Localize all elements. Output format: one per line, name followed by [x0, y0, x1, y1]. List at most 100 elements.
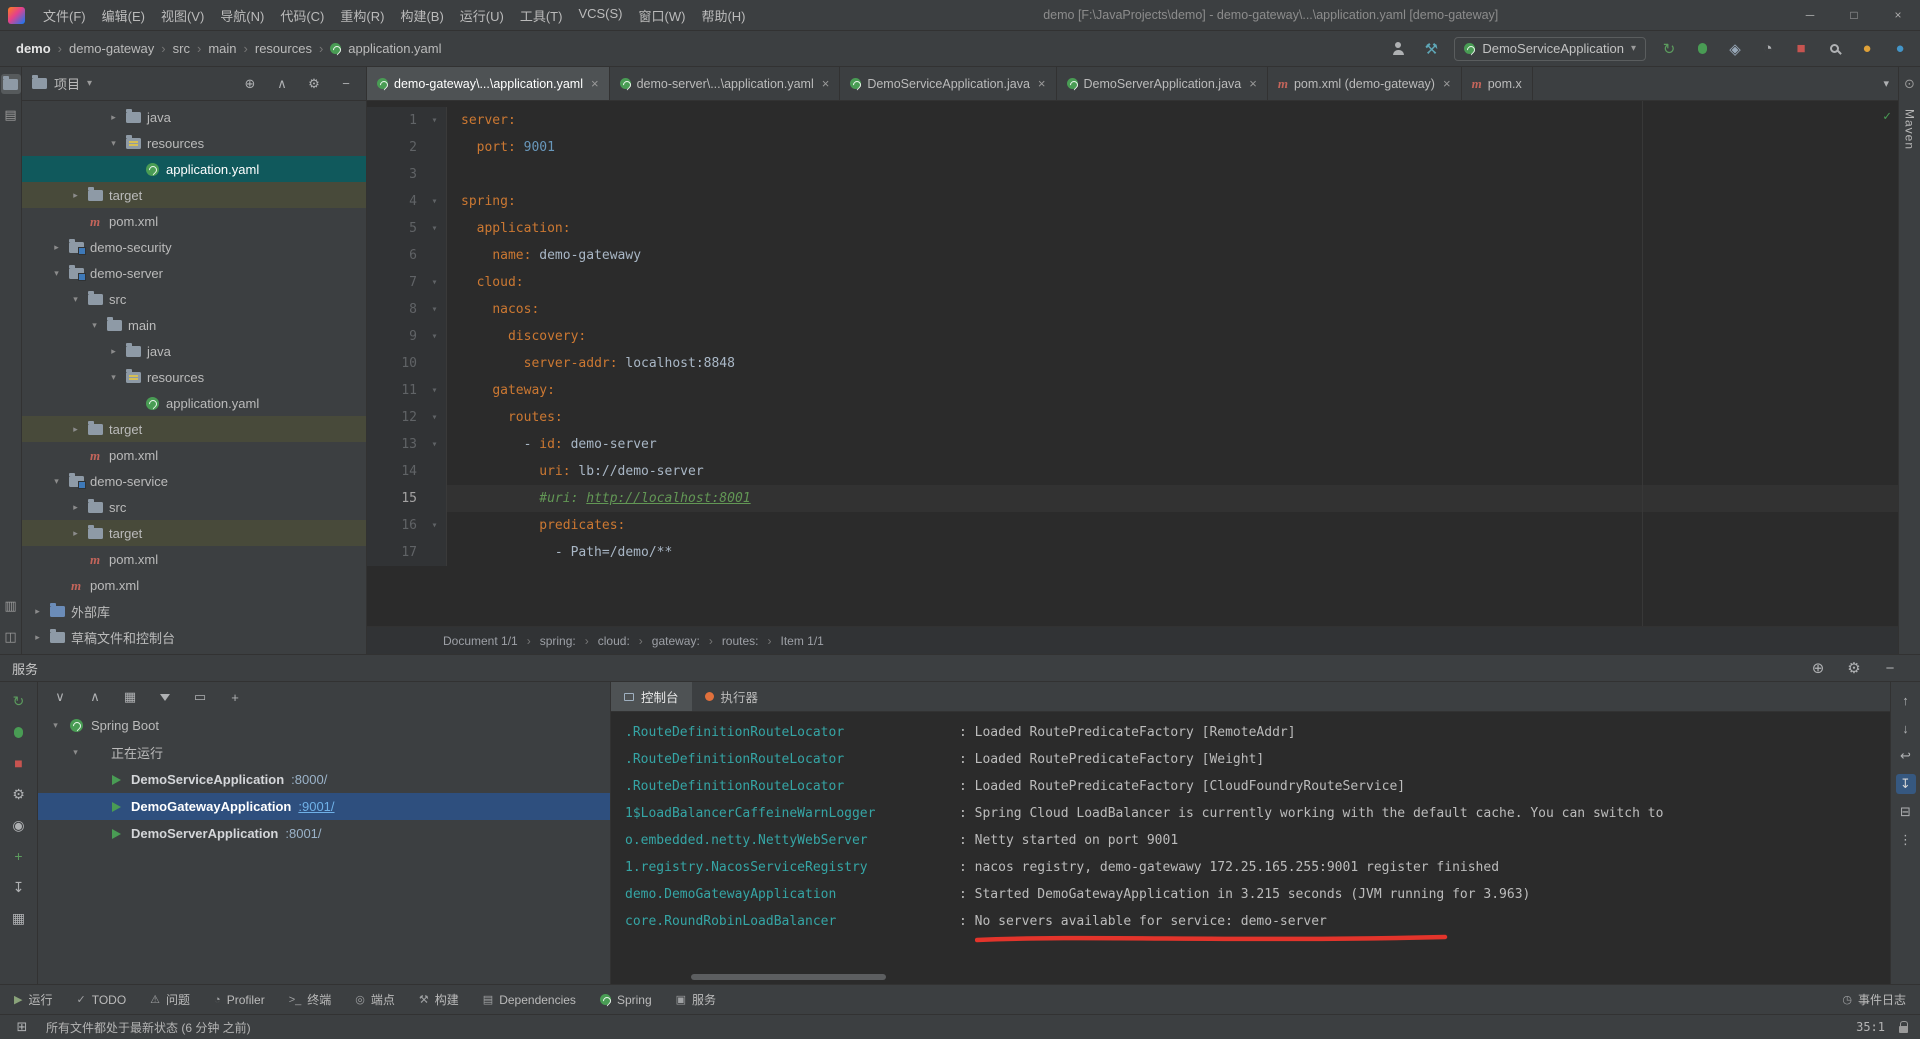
scroll-down-icon[interactable]: ↓ — [1896, 718, 1916, 738]
maximize-button[interactable]: □ — [1832, 0, 1876, 30]
menu-item[interactable]: 代码(C) — [272, 3, 332, 28]
editor-tab[interactable]: demo-gateway\...\application.yaml × — [367, 67, 610, 100]
menu-item[interactable]: 窗口(W) — [631, 3, 694, 28]
service-item[interactable]: DemoServerApplication:8001/ — [38, 820, 610, 847]
editor-tab[interactable]: demo-server\...\application.yaml × — [610, 67, 841, 100]
group-by-icon[interactable]: ▦ — [120, 687, 140, 707]
rerun-icon[interactable]: ↻ — [8, 690, 30, 712]
code-line[interactable]: 13 ▾ - id: demo-server — [367, 431, 1898, 458]
code-line[interactable]: 8 ▾ nacos: — [367, 296, 1898, 323]
chevron-icon[interactable]: ▸ — [70, 424, 81, 435]
code-editor[interactable]: ✓ 1 ▾ server: 2 port: 9001 3 4 ▾ spring: 5 ▾ appl… — [367, 101, 1898, 626]
code-line[interactable]: 5 ▾ application: — [367, 215, 1898, 242]
fold-icon[interactable]: ▾ — [423, 296, 447, 323]
editor-breadcrumb-item[interactable]: routes: — [722, 634, 759, 648]
fold-icon[interactable]: ▾ — [423, 107, 447, 134]
coverage-icon[interactable]: ◈ — [1725, 39, 1745, 59]
project-item[interactable]: ▾ src — [22, 286, 366, 312]
chevron-icon[interactable]: ▾ — [51, 476, 62, 487]
close-tab-icon[interactable]: × — [1249, 76, 1257, 91]
project-item[interactable]: ▾ demo-service — [22, 468, 366, 494]
code-with-me-icon[interactable]: ● — [1890, 39, 1910, 59]
breadcrumb-item[interactable]: main — [208, 41, 236, 56]
fold-icon[interactable]: ▾ — [423, 512, 447, 539]
soft-wrap-icon[interactable]: ↩ — [1896, 746, 1916, 766]
chevron-icon[interactable]: ▸ — [70, 190, 81, 201]
project-item[interactable]: m pom.xml — [22, 546, 366, 572]
project-item[interactable]: ▸ 外部库 — [22, 598, 366, 624]
code-line[interactable]: 7 ▾ cloud: — [367, 269, 1898, 296]
menu-item[interactable]: 编辑(E) — [94, 3, 153, 28]
hide-panel-icon[interactable]: − — [1880, 658, 1900, 678]
code-line[interactable]: 3 — [367, 161, 1898, 188]
settings-gear-icon[interactable]: ⚙ — [1844, 658, 1864, 678]
project-item[interactable]: m pom.xml — [22, 572, 366, 598]
stop-icon[interactable]: ■ — [8, 752, 30, 774]
code-line[interactable]: 1 ▾ server: — [367, 107, 1898, 134]
fold-icon[interactable]: ▾ — [423, 431, 447, 458]
caret-position[interactable]: 35:1 — [1856, 1020, 1885, 1034]
profiler-icon[interactable]: ◔ — [1758, 39, 1778, 59]
settings-gear-icon[interactable]: ⚙ — [304, 74, 324, 94]
wrench-icon[interactable]: ⚙ — [8, 783, 30, 805]
editor-tab[interactable]: m pom.xml (demo-gateway) × — [1268, 67, 1462, 100]
horizontal-scrollbar[interactable] — [691, 974, 886, 980]
search-everywhere-icon[interactable] — [1824, 39, 1844, 59]
scroll-to-end-icon[interactable]: ↧ — [1895, 774, 1916, 794]
menu-item[interactable]: VCS(S) — [570, 3, 630, 28]
scroll-to-icon[interactable]: ↧ — [8, 876, 30, 898]
console-tab[interactable]: 执行器 — [692, 682, 772, 711]
bookmarks-stripe-button[interactable]: ▤ — [1, 105, 21, 125]
service-item[interactable]: ▾ 正在运行 — [38, 739, 610, 766]
build-hammer-icon[interactable]: ⚒ — [1421, 39, 1441, 59]
editor-breadcrumb-item[interactable]: gateway: — [652, 634, 700, 648]
menu-item[interactable]: 导航(N) — [212, 3, 272, 28]
fold-icon[interactable]: ▾ — [423, 188, 447, 215]
toolwindow-button[interactable]: Spring — [599, 993, 652, 1007]
collapse-all-icon[interactable]: ∧ — [272, 74, 292, 94]
code-line[interactable]: 4 ▾ spring: — [367, 188, 1898, 215]
breadcrumb-item[interactable]: demo-gateway — [69, 41, 154, 56]
project-item[interactable]: m pom.xml — [22, 208, 366, 234]
hidden-tabs-icon[interactable]: ▾ — [1874, 67, 1898, 100]
fold-icon[interactable]: ▾ — [423, 215, 447, 242]
breadcrumb-item[interactable]: src — [173, 41, 190, 56]
code-line[interactable]: 2 port: 9001 — [367, 134, 1898, 161]
code-line[interactable]: 15 #uri: http://localhost:8001 — [367, 485, 1898, 512]
service-port-link[interactable]: :8000/ — [291, 772, 327, 787]
code-line[interactable]: 11 ▾ gateway: — [367, 377, 1898, 404]
debug-icon[interactable] — [8, 721, 30, 743]
editor-breadcrumb-item[interactable]: cloud: — [598, 634, 630, 648]
editor-breadcrumb-item[interactable]: Document 1/1 — [443, 634, 518, 648]
fold-icon[interactable]: ▾ — [423, 323, 447, 350]
service-item[interactable]: ▾ Spring Boot — [38, 712, 610, 739]
fold-icon[interactable]: ▾ — [423, 377, 447, 404]
hide-panel-icon[interactable]: − — [336, 74, 356, 94]
chevron-icon[interactable]: ▸ — [108, 112, 119, 123]
debug-icon[interactable] — [1692, 39, 1712, 59]
menu-item[interactable]: 重构(R) — [332, 3, 392, 28]
service-port-link[interactable]: :8001/ — [285, 826, 321, 841]
project-item[interactable]: ▸ java — [22, 104, 366, 130]
toolwindow-button[interactable]: ⚒ 构建 — [419, 991, 459, 1008]
code-line[interactable]: 17 - Path=/demo/** — [367, 539, 1898, 566]
project-item[interactable]: ▾ demo-server — [22, 260, 366, 286]
maven-toolwindow-button[interactable]: Maven — [1903, 105, 1917, 154]
toolwindow-button[interactable]: >_ 终端 — [289, 991, 332, 1008]
service-port-link[interactable]: :9001/ — [298, 799, 334, 814]
project-item[interactable]: ▸ 草稿文件和控制台 — [22, 624, 366, 650]
code-line[interactable]: 14 uri: lb://demo-server — [367, 458, 1898, 485]
more-options-icon[interactable]: ⋮ — [1896, 830, 1916, 850]
chevron-icon[interactable]: ▸ — [70, 502, 81, 513]
grid-icon[interactable]: ▦ — [8, 907, 30, 929]
project-item[interactable]: m pom.xml — [22, 442, 366, 468]
chevron-icon[interactable]: ▾ — [50, 720, 61, 731]
code-line[interactable]: 12 ▾ routes: — [367, 404, 1898, 431]
run-configuration-select[interactable]: DemoServiceApplication ▾ — [1454, 36, 1646, 61]
add-service-icon[interactable]: + — [225, 687, 245, 707]
project-view-dropdown-icon[interactable]: ▾ — [87, 78, 92, 89]
chevron-icon[interactable]: ▾ — [108, 372, 119, 383]
menu-item[interactable]: 构建(B) — [392, 3, 451, 28]
toolwindow-button[interactable]: ▤ Dependencies — [483, 993, 576, 1007]
toolwindow-button[interactable]: ◷ 事件日志 — [1842, 991, 1906, 1008]
